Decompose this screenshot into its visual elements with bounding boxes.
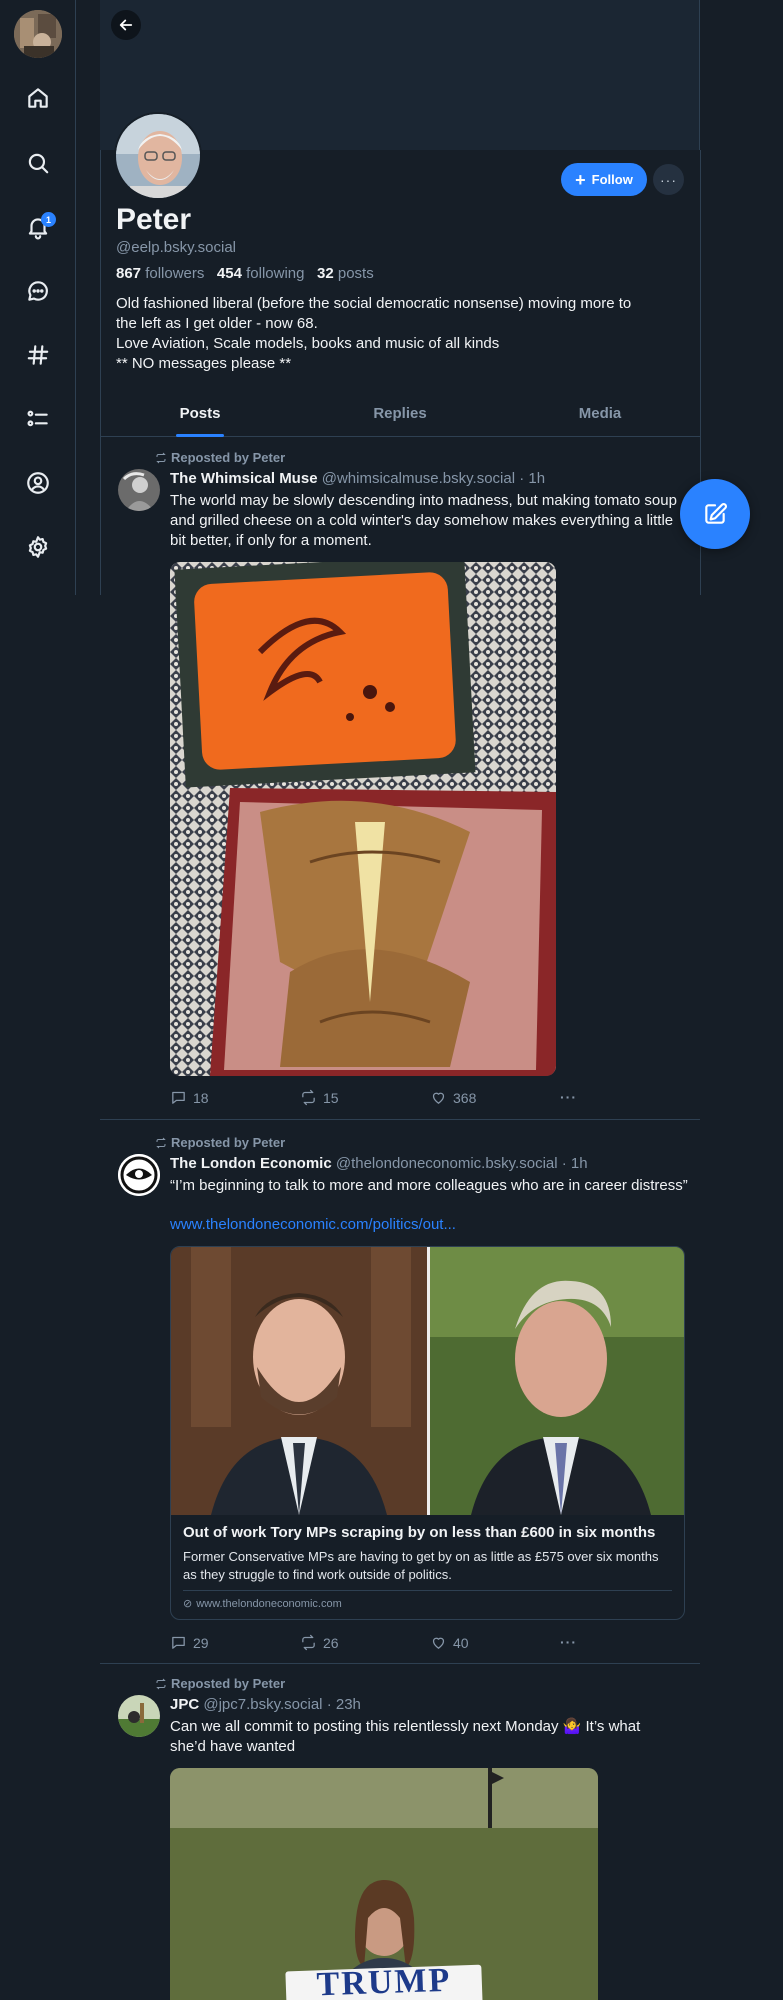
author-handle[interactable]: @whimsicalmuse.bsky.social	[322, 470, 515, 487]
compose-icon	[705, 503, 727, 524]
post-time[interactable]: · 23h	[327, 1696, 361, 1713]
post[interactable]: Reposted by Peter The London Economic @t…	[100, 1119, 700, 1664]
reply-button[interactable]: 18	[170, 1089, 209, 1106]
posts-count: 32 posts	[317, 265, 374, 282]
post-more-button[interactable]: ···	[560, 1089, 577, 1105]
repost-indicator: Reposted by Peter	[155, 450, 285, 465]
link-card-title: Out of work Tory MPs scraping by on less…	[183, 1524, 656, 1541]
profile-more-button[interactable]: ···	[653, 164, 684, 195]
post-text: The world may be slowly descending into …	[170, 492, 677, 549]
author-handle[interactable]: @jpc7.bsky.social	[203, 1696, 322, 1713]
post[interactable]: Reposted by Peter JPC @jpc7.bsky.social …	[100, 1663, 700, 2000]
tab-posts[interactable]: Posts	[100, 393, 300, 437]
repost-indicator: Reposted by Peter	[155, 1135, 285, 1150]
link-card-description: Former Conservative MPs are having to ge…	[183, 1549, 659, 1582]
bio-line: Love Aviation, Scale models, books and m…	[116, 335, 500, 352]
repost-button[interactable]: 26	[300, 1634, 339, 1651]
chat-nav-button[interactable]	[18, 271, 58, 311]
post-text: “I’m beginning to talk to more and more …	[170, 1177, 688, 1194]
author-handle[interactable]: @thelondoneconomic.bsky.social	[336, 1155, 558, 1172]
post-more-button[interactable]: ···	[560, 1634, 577, 1650]
globe-icon: ⊘	[183, 1598, 193, 1610]
profile-name: Peter	[116, 203, 192, 236]
link-card[interactable]: Out of work Tory MPs scraping by on less…	[170, 1246, 685, 1620]
like-button[interactable]: 368	[430, 1089, 476, 1106]
bio-line: ** NO messages please **	[116, 355, 292, 372]
link-card-separator	[183, 1590, 672, 1591]
repost-icon	[156, 1678, 166, 1689]
compose-button[interactable]	[680, 479, 750, 549]
repost-icon	[302, 1634, 315, 1651]
ellipsis-icon: ···	[560, 1634, 577, 1650]
settings-icon	[28, 536, 48, 558]
post-header: JPC @jpc7.bsky.social · 23h	[170, 1696, 361, 1713]
ellipsis-icon: ···	[660, 171, 677, 188]
post-header: The Whimsical Muse @whimsicalmuse.bsky.s…	[170, 470, 545, 487]
author-avatar[interactable]	[118, 469, 160, 511]
post-text: Can we all commit to posting this relent…	[170, 1718, 641, 1755]
home-icon	[28, 88, 48, 108]
like-button[interactable]: 40	[430, 1634, 469, 1651]
repost-button[interactable]: 15	[300, 1089, 339, 1106]
repost-icon	[156, 1137, 166, 1148]
heart-icon	[432, 1092, 445, 1104]
left-nav: 1	[0, 0, 76, 595]
post-image[interactable]	[170, 562, 556, 1076]
chat-icon	[28, 281, 48, 301]
profile-bio: Old fashioned liberal (before the social…	[116, 294, 696, 374]
notification-badge: 1	[41, 212, 56, 227]
follow-button[interactable]: + Follow	[561, 163, 647, 196]
bio-line: the left as I get older - now 68.	[116, 315, 318, 332]
followers-link[interactable]: 867 followers	[116, 265, 204, 282]
hashtag-icon	[27, 345, 49, 365]
profile-nav-button[interactable]	[18, 463, 58, 503]
notifications-nav-button[interactable]: 1	[18, 207, 58, 247]
author-avatar[interactable]	[118, 1695, 160, 1737]
profile-handle: @eelp.bsky.social	[116, 239, 236, 256]
list-icon	[27, 410, 48, 427]
search-nav-button[interactable]	[18, 143, 58, 183]
post-link[interactable]: www.thelondoneconomic.com/politics/out..…	[170, 1216, 456, 1233]
tab-replies[interactable]: Replies	[300, 393, 500, 436]
current-user-avatar[interactable]	[14, 10, 62, 58]
reply-icon	[172, 1091, 185, 1104]
plus-icon: +	[575, 169, 586, 190]
profile-icon	[27, 472, 49, 494]
lists-nav-button[interactable]	[18, 399, 58, 439]
ellipsis-icon: ···	[560, 1089, 577, 1105]
post-image[interactable]: TRUMP	[170, 1768, 598, 2000]
feeds-nav-button[interactable]	[18, 335, 58, 375]
home-nav-button[interactable]	[18, 78, 58, 118]
author-name[interactable]: The Whimsical Muse	[170, 470, 318, 487]
link-card-image	[171, 1247, 684, 1515]
link-card-domain: ⊘ www.thelondoneconomic.com	[183, 1597, 342, 1611]
post-actions: 29 26 40 ···	[170, 1634, 590, 1654]
arrow-left-icon	[119, 19, 133, 31]
tab-media[interactable]: Media	[500, 393, 700, 436]
reply-button[interactable]: 29	[170, 1634, 209, 1651]
repost-indicator: Reposted by Peter	[155, 1676, 285, 1691]
back-button[interactable]	[111, 10, 141, 40]
post-actions: 18 15 368 ···	[170, 1089, 590, 1109]
post-time[interactable]: · 1h	[562, 1155, 588, 1172]
heart-icon	[432, 1637, 445, 1649]
search-icon	[28, 153, 49, 174]
reply-icon	[172, 1636, 185, 1649]
follow-label: Follow	[591, 172, 633, 187]
profile-avatar[interactable]	[114, 112, 202, 200]
author-avatar[interactable]	[118, 1154, 160, 1196]
profile-tabs: Posts Replies Media	[100, 393, 700, 437]
author-name[interactable]: JPC	[170, 1696, 199, 1713]
post[interactable]: Reposted by Peter The Whimsical Muse @wh…	[100, 437, 700, 1120]
repost-icon	[156, 452, 166, 463]
author-name[interactable]: The London Economic	[170, 1155, 332, 1172]
post-header: The London Economic @thelondoneconomic.b…	[170, 1155, 588, 1172]
bio-line: Old fashioned liberal (before the social…	[116, 295, 632, 312]
protest-sign-text: TRUMP	[316, 1961, 452, 2000]
repost-icon	[302, 1089, 315, 1106]
profile-stats: 867 followers 454 following 32 posts	[116, 265, 374, 282]
post-time[interactable]: · 1h	[519, 470, 545, 487]
settings-nav-button[interactable]	[18, 527, 58, 567]
following-link[interactable]: 454 following	[217, 265, 305, 282]
